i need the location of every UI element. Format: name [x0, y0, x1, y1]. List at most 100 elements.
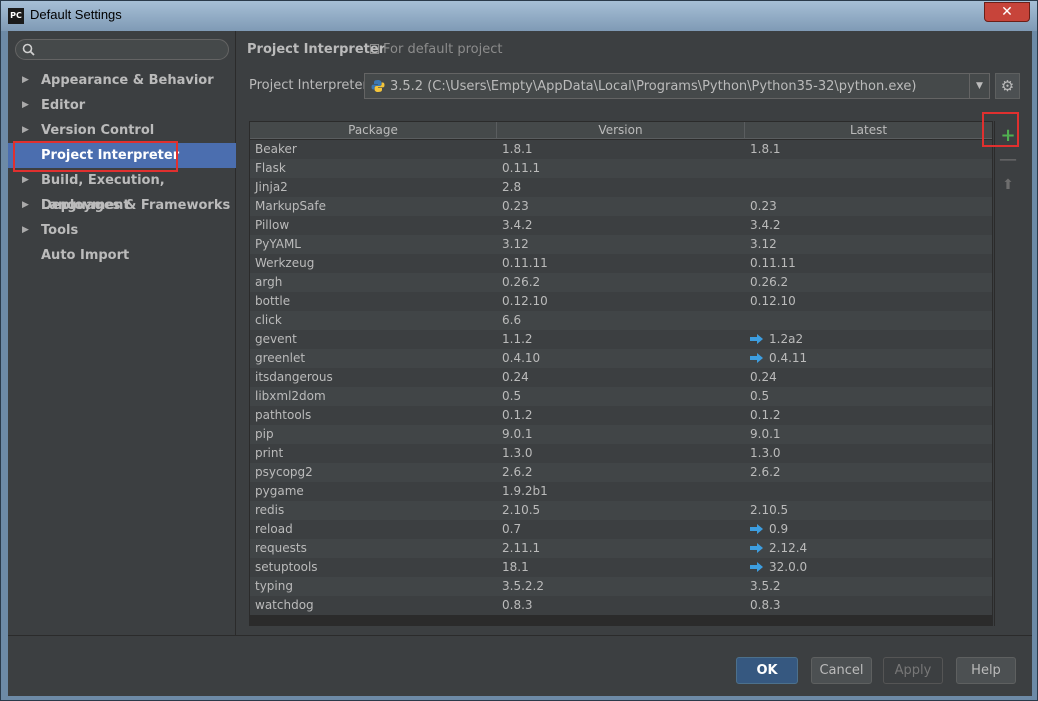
- cancel-button[interactable]: Cancel: [811, 657, 872, 684]
- sidebar-item-label: Appearance & Behavior: [41, 73, 214, 88]
- settings-search-input[interactable]: [15, 39, 229, 60]
- version-cell: 2.11.1: [502, 541, 541, 555]
- package-name-cell: Jinja2: [255, 180, 288, 194]
- expand-arrow-icon[interactable]: ▶: [22, 68, 29, 93]
- package-name-cell: watchdog: [255, 598, 314, 612]
- sidebar-item-languages-frameworks[interactable]: ▶ Languages & Frameworks: [8, 193, 236, 218]
- version-cell: 0.24: [502, 370, 529, 384]
- table-row[interactable]: Jinja2 2.8: [250, 178, 992, 197]
- version-cell: 1.1.2: [502, 332, 533, 346]
- column-header-latest[interactable]: Latest: [745, 122, 992, 139]
- version-cell: 3.12: [502, 237, 529, 251]
- expand-arrow-icon[interactable]: ▶: [22, 193, 29, 218]
- gear-icon[interactable]: ⚙: [995, 73, 1020, 99]
- chevron-down-icon[interactable]: ▼: [969, 74, 989, 98]
- package-name-cell: psycopg2: [255, 465, 313, 479]
- latest-version-cell: 0.1.2: [750, 406, 781, 425]
- table-row[interactable]: bottle 0.12.10 0.12.10: [250, 292, 992, 311]
- page-subtitle-text: For default project: [383, 42, 503, 57]
- latest-version-cell: 3.12: [750, 235, 777, 254]
- package-name-cell: redis: [255, 503, 285, 517]
- window-close-button[interactable]: ✕: [984, 2, 1030, 22]
- package-name-cell: Werkzeug: [255, 256, 315, 270]
- version-cell: 2.8: [502, 180, 522, 194]
- ok-button[interactable]: OK: [736, 657, 798, 684]
- sidebar-item-tools[interactable]: ▶ Tools: [8, 218, 236, 243]
- sidebar-item-version-control[interactable]: ▶ Version Control: [8, 118, 236, 143]
- latest-version-cell: 1.3.0: [750, 444, 781, 463]
- table-row[interactable]: pip 9.0.1 9.0.1: [250, 425, 992, 444]
- latest-version-cell: 0.8.3: [750, 596, 781, 615]
- upgrade-available-icon: [750, 543, 763, 553]
- table-row[interactable]: libxml2dom 0.5 0.5: [250, 387, 992, 406]
- table-row[interactable]: print 1.3.0 1.3.0: [250, 444, 992, 463]
- version-cell: 2.10.5: [502, 503, 541, 517]
- latest-version-cell: 0.4.11: [750, 349, 807, 368]
- latest-version-cell: 2.10.5: [750, 501, 788, 520]
- table-row[interactable]: redis 2.10.5 2.10.5: [250, 501, 992, 520]
- search-icon: [22, 43, 35, 56]
- table-row[interactable]: Pillow 3.4.2 3.4.2: [250, 216, 992, 235]
- table-row[interactable]: argh 0.26.2 0.26.2: [250, 273, 992, 292]
- table-row[interactable]: typing 3.5.2.2 3.5.2: [250, 577, 992, 596]
- version-cell: 0.8.3: [502, 598, 533, 612]
- latest-version-text: 0.8.3: [750, 598, 781, 612]
- column-header-version[interactable]: Version: [497, 122, 745, 139]
- latest-version-cell: 3.5.2: [750, 577, 781, 596]
- table-row[interactable]: greenlet 0.4.10 0.4.11: [250, 349, 992, 368]
- remove-package-button[interactable]: —: [995, 149, 1021, 171]
- latest-version-text: 0.24: [750, 370, 777, 384]
- package-name-cell: PyYAML: [255, 237, 301, 251]
- expand-arrow-icon[interactable]: ▶: [22, 118, 29, 143]
- sidebar-item-auto-import[interactable]: Auto Import: [8, 243, 236, 268]
- latest-version-text: 2.6.2: [750, 465, 781, 479]
- latest-version-text: 9.0.1: [750, 427, 781, 441]
- interpreter-label: Project Interpreter:: [249, 78, 373, 93]
- version-cell: 0.4.10: [502, 351, 541, 365]
- table-row[interactable]: setuptools 18.1 32.0.0: [250, 558, 992, 577]
- latest-version-text: 2.12.4: [769, 541, 808, 555]
- latest-version-text: 0.4.11: [769, 351, 808, 365]
- expand-arrow-icon[interactable]: ▶: [22, 93, 29, 118]
- latest-version-cell: 32.0.0: [750, 558, 807, 577]
- latest-version-text: 1.3.0: [750, 446, 781, 460]
- package-name-cell: MarkupSafe: [255, 199, 327, 213]
- version-cell: 3.4.2: [502, 218, 533, 232]
- table-row[interactable]: Beaker 1.8.1 1.8.1: [250, 140, 992, 159]
- table-row[interactable]: requests 2.11.1 2.12.4: [250, 539, 992, 558]
- column-header-package[interactable]: Package: [250, 122, 497, 139]
- table-row[interactable]: MarkupSafe 0.23 0.23: [250, 197, 992, 216]
- sidebar-item-editor[interactable]: ▶ Editor: [8, 93, 236, 118]
- table-row[interactable]: Flask 0.11.1: [250, 159, 992, 178]
- table-row[interactable]: pathtools 0.1.2 0.1.2: [250, 406, 992, 425]
- table-row[interactable]: pygame 1.9.2b1: [250, 482, 992, 501]
- table-row[interactable]: PyYAML 3.12 3.12: [250, 235, 992, 254]
- help-button[interactable]: Help: [956, 657, 1016, 684]
- version-cell: 1.8.1: [502, 142, 533, 156]
- upgrade-package-button[interactable]: ⬆: [995, 174, 1021, 196]
- table-row[interactable]: reload 0.7 0.9: [250, 520, 992, 539]
- sidebar-item-appearance-behavior[interactable]: ▶ Appearance & Behavior: [8, 68, 236, 93]
- table-row[interactable]: click 6.6: [250, 311, 992, 330]
- latest-version-cell: 9.0.1: [750, 425, 781, 444]
- expand-arrow-icon[interactable]: ▶: [22, 218, 29, 243]
- package-name-cell: libxml2dom: [255, 389, 326, 403]
- latest-version-text: 32.0.0: [769, 560, 808, 574]
- version-cell: 1.9.2b1: [502, 484, 548, 498]
- page-title: Project Interpreter: [247, 42, 386, 57]
- table-row[interactable]: watchdog 0.8.3 0.8.3: [250, 596, 992, 615]
- package-toolbar: + — ⬆: [994, 121, 1020, 626]
- table-row[interactable]: psycopg2 2.6.2 2.6.2: [250, 463, 992, 482]
- apply-button[interactable]: Apply: [883, 657, 943, 684]
- latest-version-text: 1.8.1: [750, 142, 781, 156]
- package-name-cell: Flask: [255, 161, 286, 175]
- table-row[interactable]: gevent 1.1.2 1.2a2: [250, 330, 992, 349]
- latest-version-cell: 2.6.2: [750, 463, 781, 482]
- table-row[interactable]: itsdangerous 0.24 0.24: [250, 368, 992, 387]
- version-cell: 6.6: [502, 313, 522, 327]
- sidebar-item-label: Tools: [41, 223, 79, 238]
- interpreter-select[interactable]: 3.5.2 (C:\Users\Empty\AppData\Local\Prog…: [364, 73, 990, 99]
- latest-version-text: 0.26.2: [750, 275, 789, 289]
- package-name-cell: greenlet: [255, 351, 306, 365]
- table-row[interactable]: Werkzeug 0.11.11 0.11.11: [250, 254, 992, 273]
